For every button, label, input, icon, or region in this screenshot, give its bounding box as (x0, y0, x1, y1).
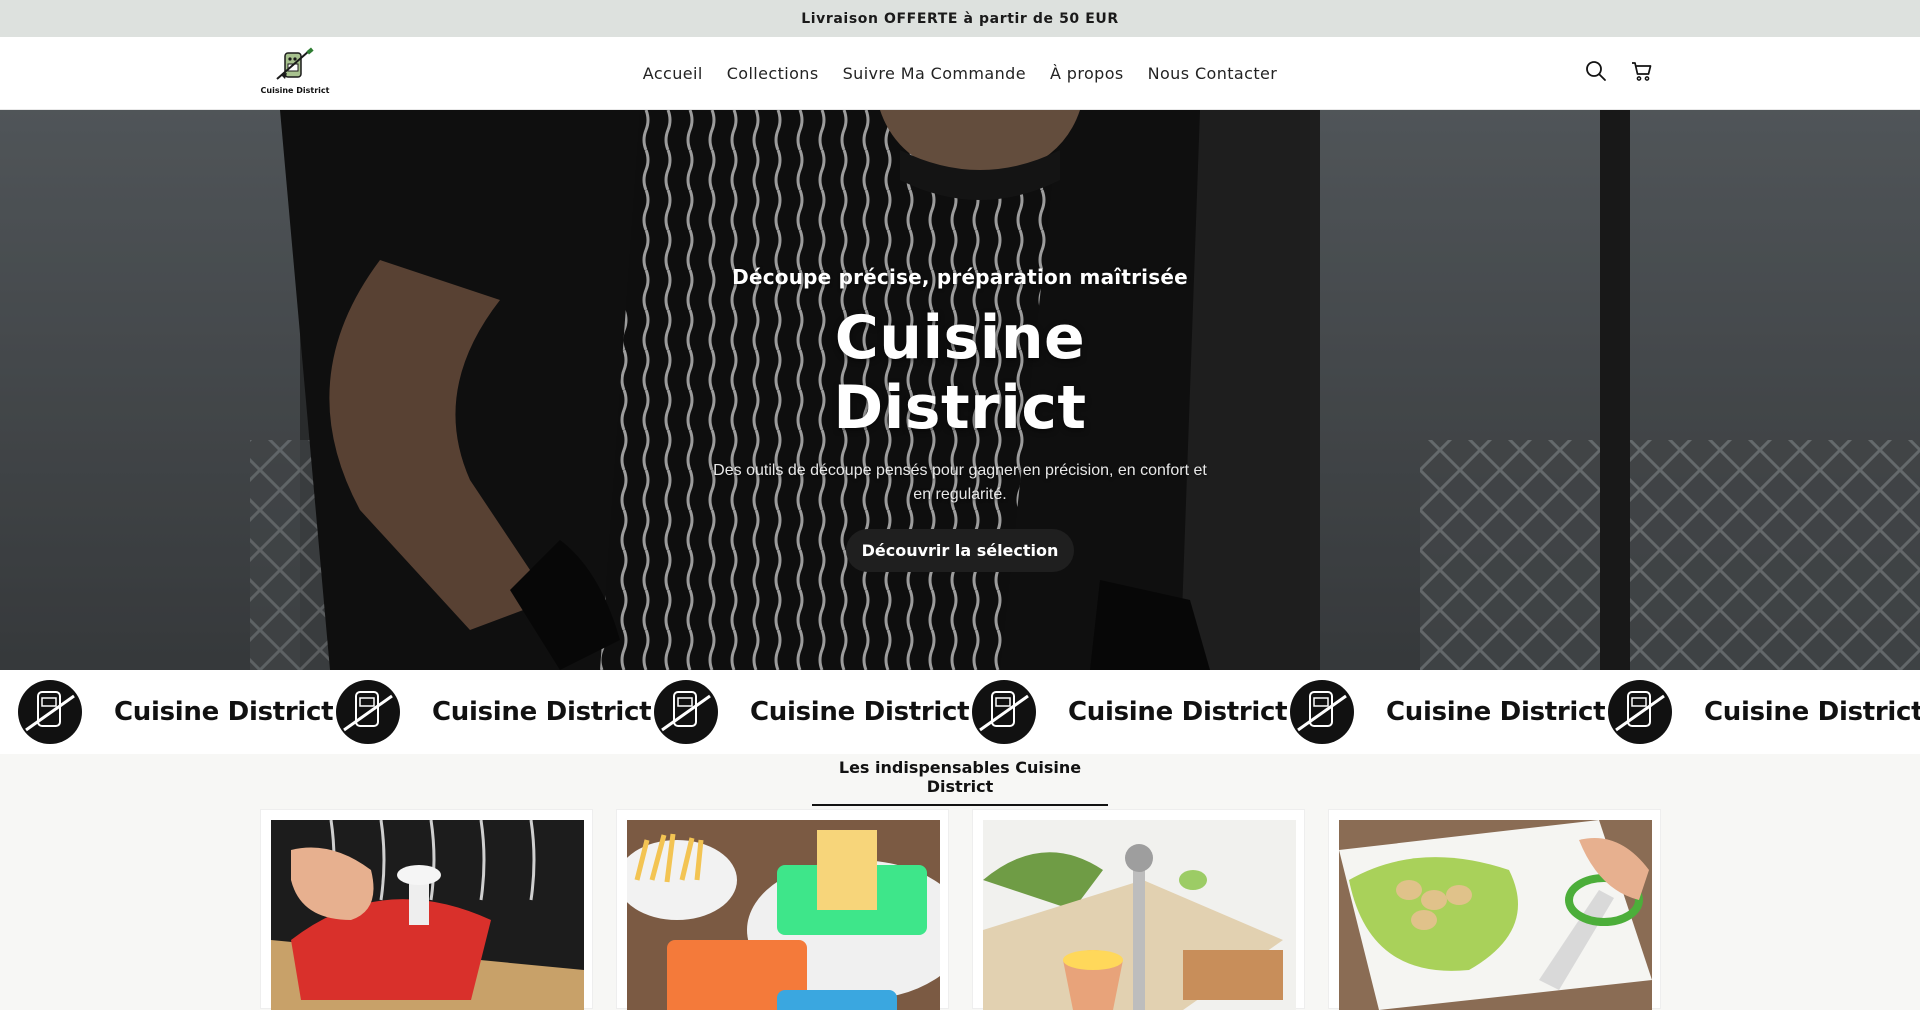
site-header: Cuisine District Accueil Collections Sui… (0, 37, 1920, 110)
brand-logo-icon (336, 680, 400, 744)
brand-logo-icon (1608, 680, 1672, 744)
featured-collection: Les indispensables Cuisine District (0, 754, 1920, 1010)
hero-subtitle: Découpe précise, préparation maîtrisée (732, 265, 1188, 289)
nav-item-suivre-commande[interactable]: Suivre Ma Commande (843, 64, 1026, 83)
product-card[interactable] (1328, 809, 1661, 1010)
marquee-item: Cuisine District (1608, 680, 1920, 744)
product-image[interactable] (627, 820, 940, 1010)
collection-title: Les indispensables Cuisine District (812, 758, 1108, 806)
logo-text: Cuisine District (260, 86, 330, 95)
product-image[interactable] (983, 820, 1296, 1010)
marquee-item: Cuisine District (654, 680, 972, 744)
cart-icon[interactable] (1630, 59, 1654, 83)
nav-item-contact[interactable]: Nous Contacter (1148, 64, 1278, 83)
brand-logo-icon (972, 680, 1036, 744)
brand-logo-icon (654, 680, 718, 744)
site-logo[interactable]: Cuisine District (260, 47, 330, 101)
marquee-brand-text: Cuisine District (750, 697, 970, 727)
marquee-brand-text: Cuisine District (1068, 697, 1288, 727)
product-card[interactable] (616, 809, 949, 1010)
discover-selection-button[interactable]: Découvrir la sélection (845, 529, 1075, 572)
search-icon[interactable] (1584, 59, 1608, 83)
nav-item-a-propos[interactable]: À propos (1050, 64, 1124, 83)
brand-logo-icon (18, 680, 82, 744)
marquee-item: Cuisine District (18, 680, 336, 744)
nav-item-collections[interactable]: Collections (727, 64, 819, 83)
nav-item-accueil[interactable]: Accueil (643, 64, 703, 83)
hero-description: Des outils de découpe pensés pour gagner… (713, 462, 1207, 503)
marquee-brand-text: Cuisine District (114, 697, 334, 727)
announcement-text: Livraison OFFERTE à partir de 50 EUR (801, 10, 1119, 27)
logo-icon (276, 47, 314, 80)
marquee-brand-text: Cuisine District (1704, 697, 1920, 727)
product-image[interactable] (271, 820, 584, 1010)
marquee-item: Cuisine District (1290, 680, 1608, 744)
marquee-brand-text: Cuisine District (1386, 697, 1606, 727)
product-card[interactable] (260, 809, 593, 1010)
hero-content: Découpe précise, préparation maîtrisée C… (710, 265, 1210, 572)
hero-banner: Découpe précise, préparation maîtrisée C… (0, 110, 1920, 670)
marquee-item: Cuisine District (336, 680, 654, 744)
brand-marquee: Cuisine District Cuisine District Cuisin… (0, 670, 1920, 754)
product-image[interactable] (1339, 820, 1652, 1010)
marquee-brand-text: Cuisine District (432, 697, 652, 727)
marquee-item: Cuisine District (972, 680, 1290, 744)
announcement-bar: Livraison OFFERTE à partir de 50 EUR (0, 0, 1920, 37)
brand-logo-icon (1290, 680, 1354, 744)
hero-title: Cuisine District (833, 303, 1087, 443)
product-card[interactable] (972, 809, 1305, 1010)
